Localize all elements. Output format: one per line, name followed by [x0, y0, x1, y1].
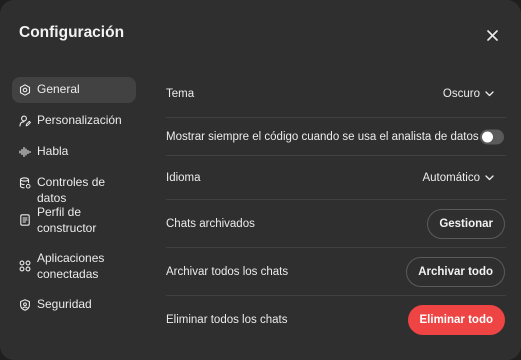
setting-row-archived-chats: Chats archivados Gestionar: [166, 200, 506, 248]
sidebar-item-label-line1: Aplicaciones: [37, 251, 105, 265]
sidebar-item-label-line2: conectadas: [37, 266, 99, 281]
person-icon: [19, 115, 31, 127]
apps-grid-icon: [19, 260, 31, 272]
dialog-header: Configuración: [0, 0, 521, 68]
setting-row-delete-all: Eliminar todos los chats Eliminar todo: [166, 296, 506, 344]
sidebar-item-label: Habla: [37, 144, 69, 158]
archive-all-label: Archivar todos los chats: [166, 266, 289, 278]
language-label: Idioma: [166, 172, 201, 184]
theme-label: Tema: [166, 88, 195, 100]
id-card-icon: [19, 214, 31, 226]
theme-value: Oscuro: [442, 88, 480, 100]
sidebar-item-label: General: [37, 82, 80, 96]
close-icon: [486, 29, 498, 41]
dialog-title: Configuración: [19, 24, 125, 41]
toggle-knob: [482, 131, 493, 143]
sidebar-item-label: Personalización: [37, 113, 122, 127]
sidebar-item-aplicaciones-conectadas[interactable]: Aplicaciones conectadas: [12, 247, 136, 285]
settings-dialog: Configuración General Personalización Ha…: [0, 0, 521, 360]
theme-dropdown[interactable]: Oscuro: [443, 88, 494, 100]
show-code-label: Mostrar siempre el código cuando se usa …: [166, 131, 479, 143]
archive-all-button[interactable]: Archivar todo: [406, 257, 505, 287]
manage-archived-button[interactable]: Gestionar: [427, 209, 505, 239]
sidebar-item-label-line1: Perfil de: [37, 205, 82, 219]
delete-all-label: Eliminar todos los chats: [166, 314, 288, 326]
sidebar-item-general[interactable]: General: [12, 77, 136, 103]
sidebar-item-personalizacion[interactable]: Personalización: [12, 108, 136, 134]
gear-icon: [19, 84, 31, 96]
setting-row-theme: Tema Oscuro: [166, 70, 506, 118]
language-dropdown[interactable]: Automático: [422, 172, 494, 184]
chevron-down-icon: [485, 91, 494, 97]
close-button[interactable]: [481, 24, 503, 46]
sidebar-item-habla[interactable]: Habla: [12, 139, 136, 165]
archived-chats-label: Chats archivados: [166, 218, 255, 230]
sidebar-item-label-line2: constructor: [37, 220, 97, 235]
delete-all-button[interactable]: Eliminar todo: [407, 305, 505, 335]
chevron-down-icon: [485, 175, 494, 181]
sidebar-item-perfil-de-constructor[interactable]: Perfil de constructor: [12, 201, 136, 239]
shield-icon: [19, 299, 31, 311]
waveform-icon: [19, 146, 31, 158]
database-icon: [19, 177, 31, 189]
setting-row-archive-all: Archivar todos los chats Archivar todo: [166, 248, 506, 296]
sidebar-item-label: Seguridad: [37, 297, 92, 311]
show-code-toggle[interactable]: [480, 129, 504, 145]
setting-row-show-code: Mostrar siempre el código cuando se usa …: [166, 118, 506, 156]
sidebar-item-controles-de-datos[interactable]: Controles de datos: [12, 170, 136, 205]
language-value: Automático: [422, 172, 480, 184]
sidebar-item-seguridad[interactable]: Seguridad: [12, 292, 136, 318]
setting-row-language: Idioma Automático: [166, 156, 506, 200]
